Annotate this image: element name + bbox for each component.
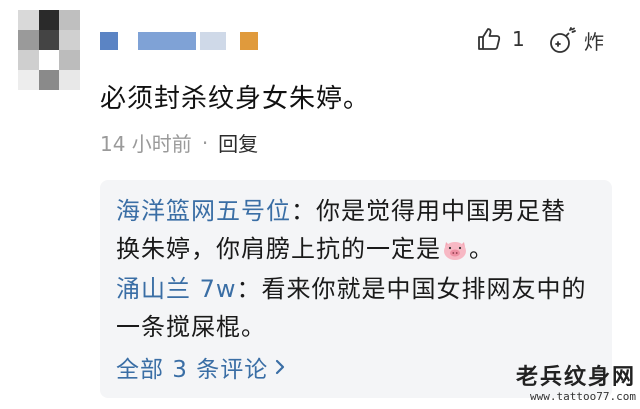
watermark-title: 老兵纹身网	[515, 364, 636, 390]
reply-text: 看来你就是中国女排网友中的	[261, 275, 587, 303]
avatar-pixel	[18, 70, 39, 90]
username-blurred[interactable]	[100, 32, 262, 50]
reply-item[interactable]: 涌山兰 7w：看来你就是中国女排网友中的 一条搅屎棍。	[116, 270, 596, 346]
avatar-pixel	[38, 10, 60, 30]
avatar-pixel	[59, 50, 80, 70]
name-block	[138, 32, 196, 50]
meta-separator: ·	[201, 130, 209, 155]
view-all-replies-link[interactable]: 全部 3 条评论	[116, 350, 286, 384]
reply-text: 你是觉得用中国男足替	[316, 197, 566, 225]
avatar-pixel	[59, 30, 80, 50]
bomb-label: 炸	[584, 30, 604, 54]
avatar[interactable]	[18, 10, 80, 90]
like-count: 1	[512, 27, 525, 51]
avatar-pixel	[18, 10, 39, 30]
avatar-pixel	[59, 70, 80, 90]
bomb-button[interactable]: 炸	[548, 26, 604, 55]
reply-text: 换朱婷，你肩膀上抗的一定是	[116, 235, 441, 263]
name-block	[200, 32, 226, 50]
avatar-pixel	[59, 10, 80, 30]
timestamp: 14 小时前	[100, 132, 192, 156]
reply-item[interactable]: 海洋篮网五号位：你是觉得用中国男足替 换朱婷，你肩膀上抗的一定是 。	[116, 192, 596, 272]
avatar-pixel	[38, 70, 60, 90]
avatar-pixel	[38, 30, 60, 50]
pig-emoji-icon	[441, 234, 469, 272]
reply-text: 。	[469, 235, 494, 263]
reply-author[interactable]: 海洋篮网五号位	[116, 197, 291, 225]
reply-text: 一条搅屎棍。	[116, 313, 266, 341]
reply-button[interactable]: 回复	[218, 128, 258, 157]
reply-colon: ：	[291, 197, 316, 225]
comment-text: 必须封杀纹身女朱婷。	[100, 84, 371, 114]
comment-meta: 14 小时前 · 回复	[100, 128, 258, 157]
avatar-pixel	[18, 50, 39, 70]
avatar-pixel	[38, 50, 60, 70]
reply-author[interactable]: 涌山兰 7w	[116, 275, 237, 303]
watermark-url: www.tattoo77.com	[530, 390, 636, 403]
thumbs-up-icon	[478, 28, 501, 50]
name-block	[240, 32, 258, 50]
chevron-right-icon	[276, 359, 285, 375]
reply-colon: ：	[236, 275, 262, 303]
name-block	[100, 32, 118, 50]
site-watermark: 老兵纹身网 www.tattoo77.com	[496, 364, 636, 404]
like-button[interactable]: 1	[476, 26, 525, 52]
view-all-replies-label: 全部 3 条评论	[116, 357, 269, 383]
avatar-pixel	[18, 30, 39, 50]
bomb-icon	[550, 26, 576, 53]
